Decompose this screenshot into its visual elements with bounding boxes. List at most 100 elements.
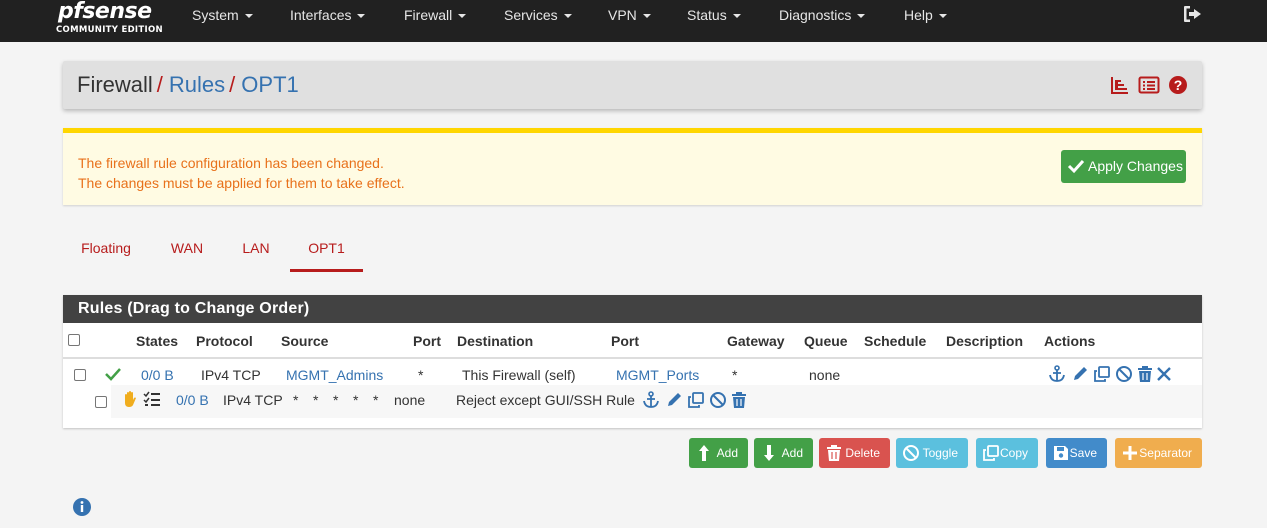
toggle-label: Toggle: [922, 446, 958, 460]
add-bottom-label: Add: [781, 446, 803, 460]
row-description: Reject except GUI/SSH Rule: [456, 392, 635, 408]
menu-status[interactable]: Status: [687, 0, 741, 30]
ban-icon[interactable]: [1115, 365, 1133, 383]
check-icon[interactable]: [104, 366, 122, 382]
rules-panel: Rules (Drag to Change Order) States Prot…: [63, 295, 1202, 428]
menu-interfaces[interactable]: Interfaces: [290, 0, 366, 30]
col-states[interactable]: States: [136, 333, 178, 349]
info-icon[interactable]: [72, 497, 92, 517]
rules-heading: Rules (Drag to Change Order): [63, 295, 1202, 323]
trash-icon[interactable]: [730, 391, 748, 409]
row-checkbox[interactable]: [95, 396, 107, 408]
header-divider: [63, 357, 1202, 359]
breadcrumb: Firewall / Rules / OPT1: [77, 61, 299, 109]
menu-vpn[interactable]: VPN: [608, 0, 651, 30]
alert-message: The firewall rule configuration has been…: [78, 153, 405, 193]
row-states[interactable]: 0/0 B: [141, 367, 174, 383]
save-button[interactable]: Save: [1046, 438, 1107, 468]
anchor-icon[interactable]: [642, 391, 660, 409]
caret-down-icon: [458, 14, 467, 19]
menu-system[interactable]: System: [192, 0, 253, 30]
separator-button[interactable]: Separator: [1115, 438, 1202, 468]
col-protocol[interactable]: Protocol: [196, 333, 253, 349]
trash-icon: [827, 445, 841, 461]
menu-help-label: Help: [904, 7, 933, 23]
breadcrumb-opt1-link[interactable]: OPT1: [241, 72, 298, 97]
col-description[interactable]: Description: [946, 333, 1023, 349]
table-row[interactable]: 0/0 B IPv4 TCP * * * * * none Reject exc…: [85, 385, 1202, 418]
row-protocol: IPv4 TCP: [201, 367, 261, 383]
add-top-button[interactable]: Add: [689, 438, 748, 468]
clone-icon[interactable]: [687, 391, 705, 409]
row-queue: none: [809, 367, 841, 383]
menu-firewall-label: Firewall: [404, 7, 453, 23]
pfsense-logo[interactable]: pfsense COMMUNITY EDITION: [56, 0, 166, 42]
separator-label: Separator: [1139, 446, 1192, 460]
tab-floating[interactable]: Floating: [66, 234, 146, 272]
menu-diagnostics[interactable]: Diagnostics: [779, 0, 866, 30]
tasks-icon[interactable]: [143, 390, 161, 408]
anchor-icon[interactable]: [1048, 365, 1066, 383]
check-icon: [1067, 159, 1085, 174]
breadcrumb-separator: /: [156, 72, 163, 97]
row-checkbox[interactable]: [74, 369, 86, 381]
menu-services[interactable]: Services: [504, 0, 572, 30]
row-queue: none: [394, 392, 426, 408]
brand-edition-text: COMMUNITY EDITION: [56, 25, 163, 35]
row-source[interactable]: MGMT_Admins: [286, 367, 383, 383]
row-gateway: *: [373, 392, 379, 408]
breadcrumb-rules-link[interactable]: Rules: [169, 72, 225, 97]
row-dest-port: *: [353, 392, 359, 408]
menu-help[interactable]: Help: [904, 0, 947, 30]
list-icon[interactable]: [1138, 75, 1160, 95]
pencil-icon[interactable]: [665, 391, 683, 409]
caret-down-icon: [857, 14, 866, 19]
tab-lan[interactable]: LAN: [232, 234, 280, 272]
row-destination: This Firewall (self): [462, 367, 576, 383]
save-label: Save: [1069, 446, 1097, 460]
question-circle-icon[interactable]: ?: [1168, 75, 1188, 95]
bar-chart-icon[interactable]: [1110, 75, 1130, 95]
ban-icon[interactable]: [709, 391, 727, 409]
level-down-icon: [764, 445, 774, 461]
breadcrumb-separator: /: [229, 72, 236, 97]
row-source-port: *: [313, 392, 319, 408]
row-dest-port[interactable]: MGMT_Ports: [616, 367, 699, 383]
tab-wan[interactable]: WAN: [162, 234, 212, 272]
col-queue[interactable]: Queue: [804, 333, 848, 349]
select-all-checkbox[interactable]: [68, 334, 80, 346]
copy-label: Copy: [999, 446, 1028, 460]
row-states[interactable]: 0/0 B: [176, 392, 209, 408]
menu-status-label: Status: [687, 7, 727, 23]
apply-changes-label: Apply Changes: [1088, 158, 1183, 174]
tab-opt1[interactable]: OPT1: [290, 234, 363, 272]
row-source-port: *: [418, 367, 424, 383]
clone-icon[interactable]: [1093, 365, 1111, 383]
trash-icon[interactable]: [1136, 365, 1154, 383]
col-source-port[interactable]: Port: [413, 333, 441, 349]
clone-icon: [983, 445, 999, 461]
sign-out-icon[interactable]: [1183, 5, 1203, 23]
menu-interfaces-label: Interfaces: [290, 7, 352, 23]
pencil-icon[interactable]: [1071, 365, 1089, 383]
toggle-button[interactable]: Toggle: [896, 438, 968, 468]
menu-firewall[interactable]: Firewall: [404, 0, 467, 30]
delete-button[interactable]: Delete: [819, 438, 890, 468]
col-schedule[interactable]: Schedule: [864, 333, 926, 349]
col-gateway[interactable]: Gateway: [727, 333, 785, 349]
apply-changes-button[interactable]: Apply Changes: [1061, 150, 1186, 183]
hand-stop-icon[interactable]: [121, 390, 139, 408]
col-dest-port[interactable]: Port: [611, 333, 639, 349]
menu-system-label: System: [192, 7, 239, 23]
col-destination[interactable]: Destination: [457, 333, 533, 349]
copy-button[interactable]: Copy: [976, 438, 1038, 468]
add-bottom-button[interactable]: Add: [754, 438, 813, 468]
add-top-label: Add: [716, 446, 738, 460]
col-source[interactable]: Source: [281, 333, 328, 349]
save-icon: [1054, 446, 1068, 460]
level-up-icon: [699, 445, 709, 461]
menu-services-label: Services: [504, 7, 558, 23]
row-destination: *: [333, 392, 339, 408]
times-icon[interactable]: [1155, 365, 1173, 383]
alert-line-1: The firewall rule configuration has been…: [78, 155, 384, 171]
